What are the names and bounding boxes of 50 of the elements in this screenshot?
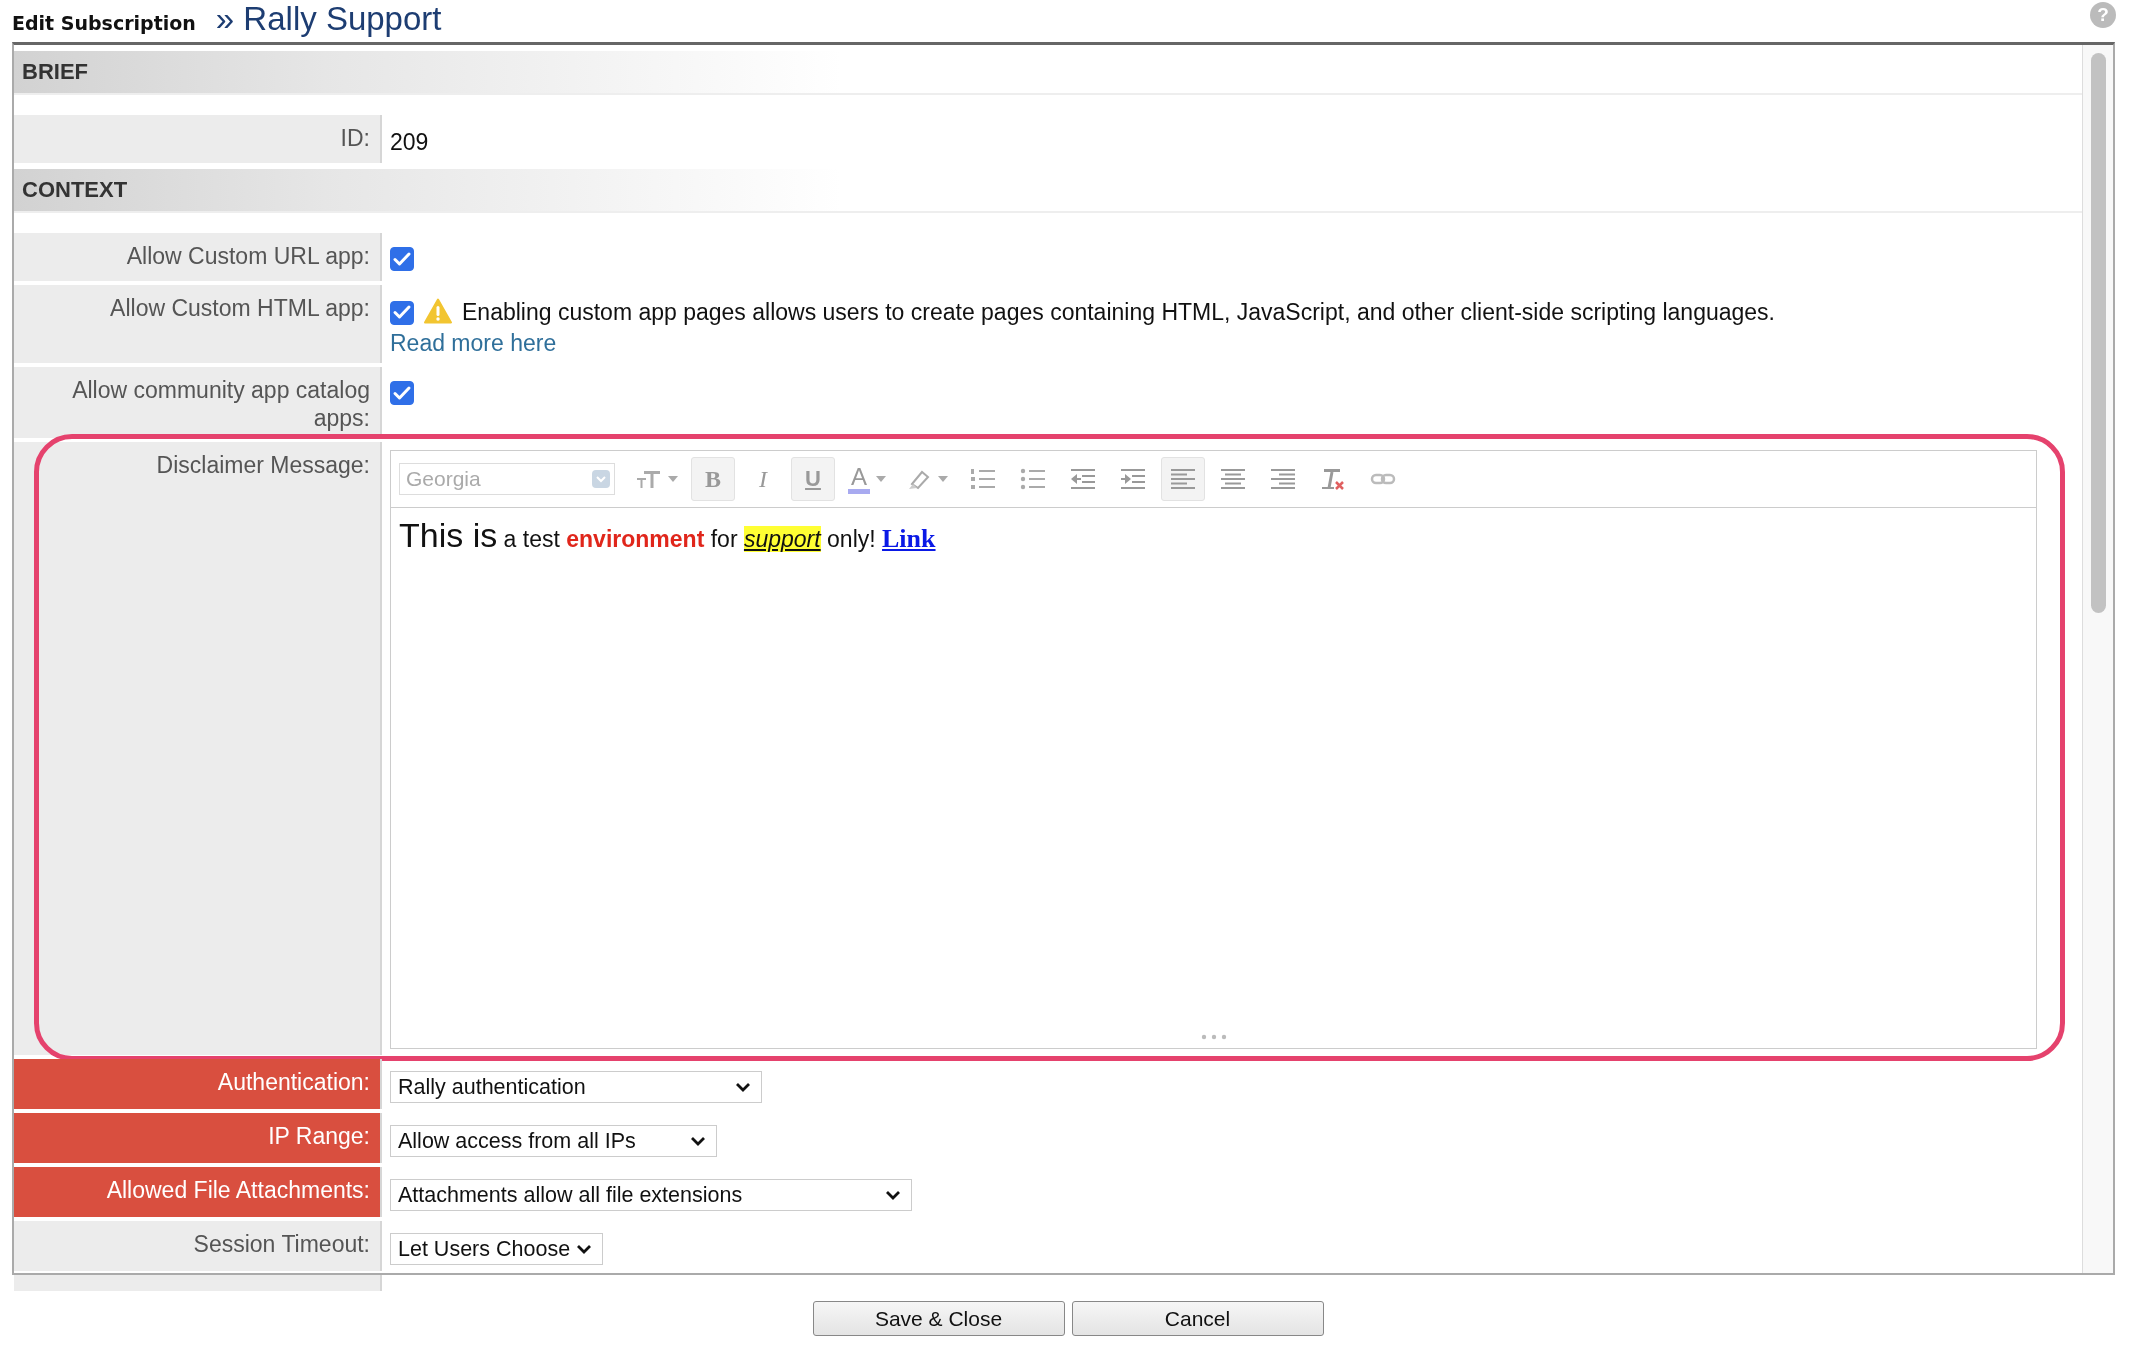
field-label: Session Timeout: — [14, 1221, 382, 1272]
field-value: 209 — [390, 128, 429, 156]
highlighted-text: support — [743, 526, 821, 553]
select-field[interactable]: Allow access from all IPs — [390, 1125, 717, 1158]
field-label: ID: — [14, 115, 382, 163]
caret-icon — [938, 476, 948, 483]
chevron-down-icon — [576, 1244, 593, 1255]
field-label: Allow Custom HTML app: — [14, 285, 382, 363]
section-header: CONTEXT — [14, 169, 2082, 213]
subscription-name: » Rally Support — [215, 0, 442, 39]
read-more-link[interactable]: Read more here — [390, 330, 557, 357]
select-field[interactable]: Attachments allow all file extensions — [390, 1179, 912, 1212]
outdent-icon — [1070, 468, 1096, 491]
field-label: Allow community app catalog apps: — [14, 367, 382, 439]
align-left-button[interactable] — [1161, 457, 1205, 502]
section-header: BRIEF — [14, 51, 2082, 95]
caret-icon — [668, 476, 678, 483]
numbered-list-icon — [970, 467, 996, 492]
warning-icon — [424, 297, 452, 324]
field-label: Authentication: — [14, 1059, 382, 1110]
field-label: Allowed File Attachments: — [14, 1167, 382, 1218]
align-center-icon — [1220, 468, 1246, 491]
save-button[interactable]: Save & Close — [812, 1301, 1065, 1336]
chevron-down-icon — [690, 1136, 706, 1147]
indent-icon — [1120, 468, 1146, 491]
align-right-icon — [1270, 468, 1296, 491]
highlighter-icon — [906, 468, 932, 491]
field-label: IP Range: — [14, 1113, 382, 1164]
caret-icon — [876, 476, 886, 483]
field-label: Allow Custom URL app: — [14, 233, 382, 281]
warning-text: Enabling custom app pages allows users to create pages containing HTML, JavaScript, and other client-side scripting languages. — [462, 299, 1775, 326]
checkbox[interactable] — [390, 247, 414, 271]
link[interactable]: Link — [882, 524, 936, 554]
checkbox[interactable] — [390, 381, 414, 405]
text-size-icon — [636, 468, 662, 491]
resize-grip-icon[interactable] — [1200, 1034, 1227, 1041]
scrollbar[interactable] — [2090, 53, 2106, 613]
field-label: Disclaimer Message: — [14, 442, 382, 1056]
select-field[interactable]: Rally authentication — [390, 1071, 762, 1104]
chevron-down-icon — [885, 1190, 901, 1201]
cancel-button[interactable]: Cancel — [1071, 1301, 1324, 1336]
select-field[interactable]: Let Users Choose — [390, 1233, 604, 1266]
editor-text: This is a test environment for support only! Link — [399, 516, 937, 556]
page-title: Edit Subscription — [12, 12, 196, 36]
align-left-icon — [1170, 468, 1196, 491]
chevron-down-icon — [735, 1082, 751, 1093]
bulleted-list-icon — [1020, 467, 1046, 492]
checkbox[interactable] — [390, 300, 414, 325]
chevron-down-icon — [592, 470, 610, 489]
clear-formatting-icon — [1320, 467, 1346, 492]
